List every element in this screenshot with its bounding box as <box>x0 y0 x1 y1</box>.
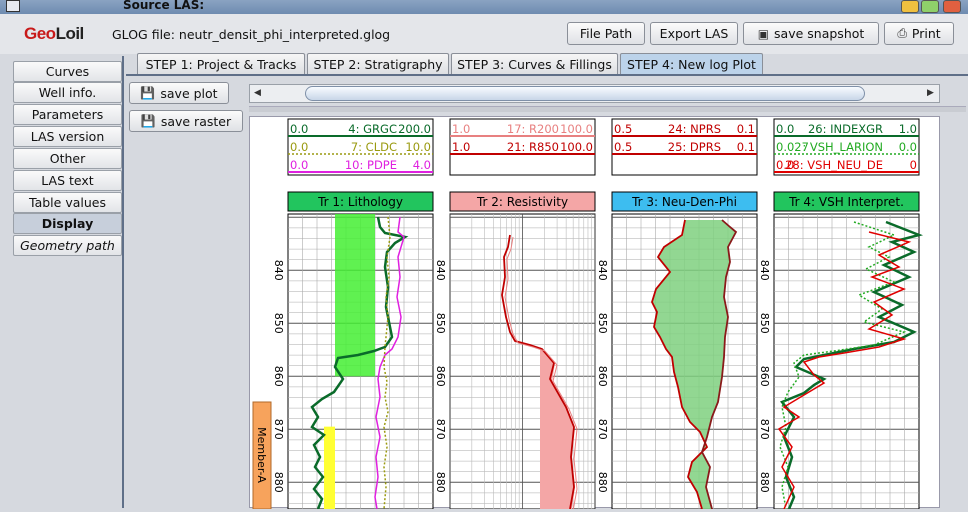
sidebar-item-other[interactable]: Other <box>13 148 122 169</box>
save-plot-button[interactable]: 💾 save plot <box>129 82 229 104</box>
curve-max: 0 <box>910 158 917 172</box>
save-snapshot-button[interactable]: ▣ save snapshot <box>743 22 879 45</box>
app-icon <box>6 0 20 12</box>
tab-step-4[interactable]: STEP 4: New log Plot <box>620 53 763 75</box>
log-plot: 840 840 840 840 850 850 850 850 860 860 860 860 870 8… <box>249 116 940 512</box>
sidebar-item-parameters[interactable]: Parameters <box>13 104 122 125</box>
lithology-fill-yellow <box>324 426 335 509</box>
track-title: Tr 3: Neu-Den-Phi <box>631 195 737 209</box>
save-raster-button[interactable]: 💾 save raster <box>129 110 243 132</box>
sidebar-item-geometry-path[interactable]: Geometry path <box>13 235 122 256</box>
glog-file-label: GLOG file: neutr_densit_phi_interpreted.… <box>112 27 391 42</box>
depth-label: 870 <box>758 419 771 440</box>
curve-min: 0.5 <box>614 140 632 154</box>
curve-name: 28: VSH_NEU_DE <box>785 158 883 172</box>
file-path-button[interactable]: File Path <box>567 22 645 45</box>
curve-max: 100.0 <box>560 140 593 154</box>
curve-max: 4.0 <box>413 158 431 172</box>
curve-name: 21: R850 <box>507 140 559 154</box>
track-2: 1.0 17: R200 100.0 1.0 21: R850 100.0 Tr 2: Re… <box>449 118 596 510</box>
curve-name: 24: NPRS <box>668 122 721 136</box>
depth-label: 880 <box>434 472 447 493</box>
sidebar-item-curves[interactable]: Curves <box>13 61 122 82</box>
curve-min: 0.0 <box>290 158 308 172</box>
curve-max: 0.1 <box>737 122 755 136</box>
depth-label: 840 <box>596 260 609 281</box>
curve-min: 0.5 <box>614 122 632 136</box>
depth-label: 850 <box>434 313 447 334</box>
tab-step-2[interactable]: STEP 2: Stratigraphy <box>307 53 449 75</box>
app-logo: GeoLoil <box>24 24 84 43</box>
export-las-button[interactable]: Export LAS <box>650 22 738 45</box>
curve-min: 1.0 <box>452 140 470 154</box>
depth-label: 870 <box>272 419 285 440</box>
depth-label: 860 <box>272 366 285 387</box>
sidebar-item-display[interactable]: Display <box>13 213 122 234</box>
track-title: Tr 1: Lithology <box>317 195 403 209</box>
track-title: Tr 4: VSH Interpret. <box>788 195 904 209</box>
sidebar-item-well-info[interactable]: Well info. <box>13 82 122 103</box>
curve-name: : VSH_LARION <box>802 140 883 154</box>
printer-icon: ⎙ <box>897 26 907 40</box>
horizontal-scrollbar[interactable]: ◀ ▶ <box>249 84 940 103</box>
curve-max: 0.1 <box>737 140 755 154</box>
curve-max: 10.0 <box>405 140 431 154</box>
minimize-button[interactable] <box>901 0 919 13</box>
depth-label: 850 <box>596 313 609 334</box>
curve-min: 0.0 <box>290 122 308 136</box>
depth-label: 860 <box>758 366 771 387</box>
depth-label: 880 <box>272 472 285 493</box>
depth-label: 860 <box>434 366 447 387</box>
depth-label: 840 <box>434 260 447 281</box>
close-button[interactable] <box>943 0 961 13</box>
scroll-thumb[interactable] <box>305 86 865 101</box>
depth-label: 880 <box>758 472 771 493</box>
depth-label: 850 <box>272 313 285 334</box>
scroll-left-icon[interactable]: ◀ <box>254 88 261 98</box>
sidebar-item-table-values[interactable]: Table values <box>13 192 122 213</box>
depth-label: 840 <box>272 260 285 281</box>
curve-name: 4: GRGC <box>348 122 397 136</box>
tab-step-1[interactable]: STEP 1: Project & Tracks <box>137 53 305 75</box>
log-plot-canvas: 840 840 840 840 850 850 850 850 860 860 860 860 870 8… <box>252 118 924 512</box>
member-label: Member-A <box>255 427 268 483</box>
depth-label: 880 <box>596 472 609 493</box>
curve-max: 100.0 <box>560 122 593 136</box>
curve-min: 0.0 <box>290 140 308 154</box>
curve-min: 1.0 <box>452 122 470 136</box>
depth-label: 840 <box>758 260 771 281</box>
scroll-right-icon[interactable]: ▶ <box>927 88 934 98</box>
curve-name: 25: DPRS <box>668 140 721 154</box>
splitter[interactable] <box>249 106 966 112</box>
print-button[interactable]: ⎙ Print <box>884 22 954 45</box>
sidebar-item-las-text[interactable]: LAS text <box>13 170 122 191</box>
header: GeoLoil GLOG file: neutr_densit_phi_inte… <box>0 14 968 54</box>
depth-label: 850 <box>758 313 771 334</box>
depth-label: 860 <box>596 366 609 387</box>
depth-label: 870 <box>434 419 447 440</box>
maximize-button[interactable] <box>921 0 939 13</box>
curve-min: 0.0 <box>776 122 794 136</box>
sidebar-item-las-version[interactable]: LAS version <box>13 126 122 147</box>
curve-name: 17: R200 <box>507 122 559 136</box>
curve-name: 26: INDEXGR <box>808 122 883 136</box>
camera-icon: ▣ <box>757 26 770 41</box>
title-bar: Source LAS: <box>0 0 968 14</box>
curve-max: 200.0 <box>398 122 431 136</box>
depth-label: 870 <box>596 419 609 440</box>
tab-step-3[interactable]: STEP 3: Curves & Fillings <box>451 53 618 75</box>
floppy-icon: 💾 <box>140 114 156 128</box>
track-4: 0.0 26: INDEXGR 1.00.027: VSH_LARION 0.00.0… <box>773 118 920 510</box>
track-title: Tr 2: Resistivity <box>476 195 568 209</box>
window-title: Source LAS: <box>123 0 205 12</box>
curve-max: 0.0 <box>899 140 917 154</box>
curve-name: 7: CLDC <box>351 140 397 154</box>
floppy-icon: 💾 <box>140 86 156 100</box>
curve-max: 1.0 <box>899 122 917 136</box>
curve-name: 10: PDPE <box>345 158 397 172</box>
